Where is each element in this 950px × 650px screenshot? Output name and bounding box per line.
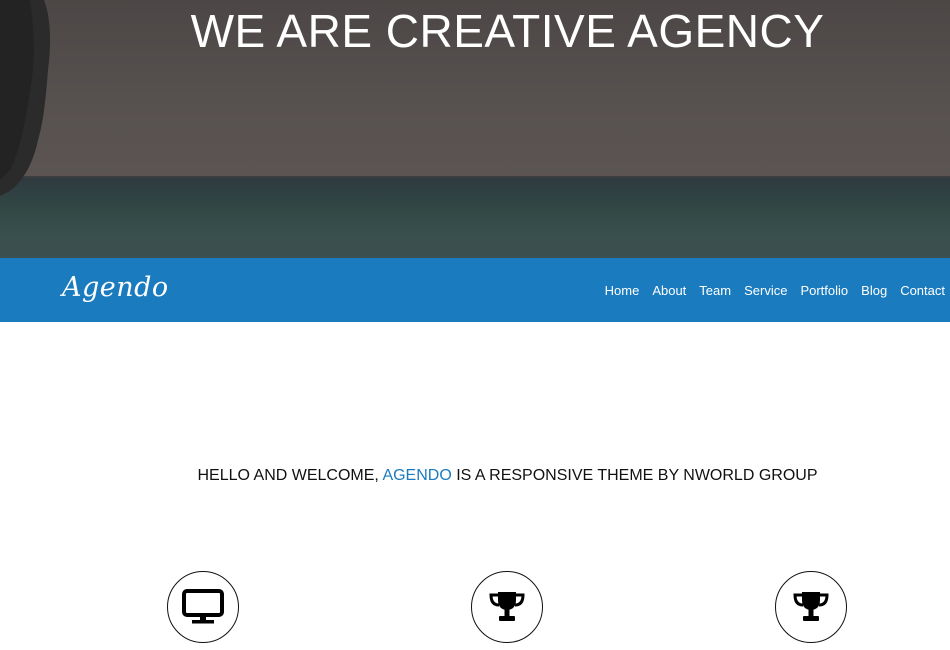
nav-link-team[interactable]: Team [699, 283, 731, 298]
feature-trophy-1 [471, 571, 543, 643]
nav-link-contact[interactable]: Contact [900, 283, 945, 298]
welcome-prefix: HELLO AND WELCOME, [197, 467, 383, 484]
welcome-heading: HELLO AND WELCOME, AGENDO IS A RESPONSIV… [0, 467, 950, 485]
main-navbar: Agendo Home About Team Service Portfolio… [0, 258, 950, 322]
site-logo[interactable]: Agendo [62, 272, 169, 303]
nav-link-service[interactable]: Service [744, 283, 787, 298]
feature-monitor [167, 571, 239, 643]
nav-link-blog[interactable]: Blog [861, 283, 887, 298]
nav-link-portfolio[interactable]: Portfolio [800, 283, 848, 298]
trophy-icon [489, 592, 525, 621]
nav-link-home[interactable]: Home [605, 283, 640, 298]
welcome-suffix: IS A RESPONSIVE THEME BY NWORLD GROUP [451, 467, 818, 484]
nav-menu: Home About Team Service Portfolio Blog C… [592, 258, 945, 322]
hero-title: WE ARE CREATIVE AGENCY [190, 5, 825, 57]
hero-banner: WE ARE CREATIVE AGENCY [0, 0, 950, 258]
feature-trophy-2 [775, 571, 847, 643]
nav-link-about[interactable]: About [652, 283, 686, 298]
welcome-brand: AGENDO [382, 467, 452, 484]
hero-sea [0, 178, 950, 258]
monitor-icon [182, 589, 224, 624]
trophy-icon [793, 592, 829, 621]
